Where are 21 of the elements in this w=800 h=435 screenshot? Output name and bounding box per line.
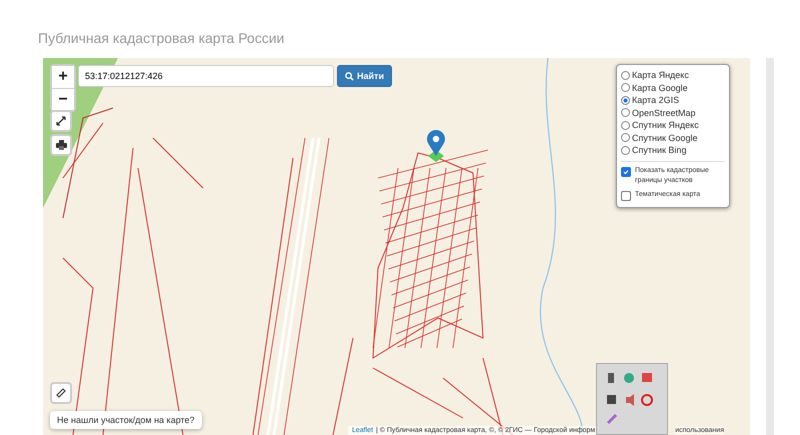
printer-icon (56, 140, 66, 150)
page-title: Публичная кадастровая карта России (38, 30, 286, 48)
search-icon (345, 72, 354, 80)
layer-option[interactable]: Карта Google (621, 82, 725, 94)
layer-option[interactable]: Карта Яндекс (621, 69, 725, 82)
layer-option[interactable]: OpenStreetMap (621, 106, 725, 119)
checkmark-icon (623, 168, 629, 174)
cadastral-number-field[interactable]: 53:17:0212127:426 (78, 65, 334, 87)
layer-option[interactable]: Спутник Google (621, 132, 725, 144)
layer-option[interactable]: Спутник Bing (621, 144, 725, 156)
ruler-button[interactable] (50, 382, 72, 404)
zoom-out-button[interactable]: − (52, 88, 74, 110)
fullscreen-button[interactable] (50, 110, 72, 132)
find-button[interactable]: Найти (337, 65, 392, 87)
not-found-button[interactable]: Не нашли участок/дом на карте? (50, 411, 202, 429)
print-button[interactable] (50, 134, 72, 156)
ruler-icon (56, 388, 66, 398)
layer-option[interactable]: Спутник Яндекс (621, 119, 725, 132)
expand-icon (56, 116, 66, 126)
layer-option[interactable]: Карта 2GIS (621, 94, 725, 106)
location-pin-icon (426, 130, 446, 164)
